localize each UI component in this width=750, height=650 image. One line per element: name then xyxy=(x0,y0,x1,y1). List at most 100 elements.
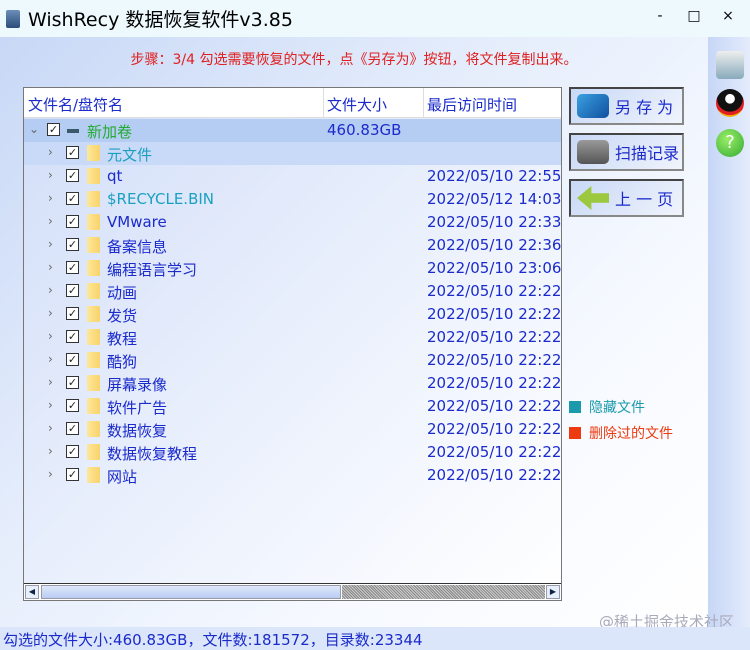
chevron-right-icon[interactable]: › xyxy=(48,398,53,412)
folder-icon xyxy=(87,398,100,414)
chevron-down-icon[interactable]: ⌄ xyxy=(29,122,39,136)
scroll-left-button[interactable]: ◀ xyxy=(25,585,39,599)
save-as-button[interactable]: 另 存 为 xyxy=(569,87,684,125)
column-header-time[interactable]: 最后访问时间 xyxy=(427,94,517,115)
chevron-right-icon[interactable]: › xyxy=(48,329,53,343)
row-name: qt xyxy=(107,167,123,185)
close-button[interactable]: × xyxy=(718,8,738,24)
column-header-name[interactable]: 文件名/盘符名 xyxy=(28,94,123,115)
legend-hidden: 隐藏文件 xyxy=(569,397,645,417)
tree-row[interactable]: › ✓ 动画 2022/05/10 22:22: xyxy=(24,280,561,303)
row-checkbox[interactable]: ✓ xyxy=(66,192,79,205)
drive-icon xyxy=(67,129,79,133)
folder-icon xyxy=(87,467,100,483)
tree-row[interactable]: › ✓ 备案信息 2022/05/10 22:36: xyxy=(24,234,561,257)
tree-root-row[interactable]: ⌄ ✓ 新加卷 460.83GB xyxy=(24,119,561,142)
tree-row[interactable]: › ✓ qt 2022/05/10 22:55: xyxy=(24,165,561,188)
row-time: 2022/05/10 22:36: xyxy=(427,236,562,254)
row-name: 备案信息 xyxy=(107,238,168,256)
tree-row[interactable]: › ✓ 编程语言学习 2022/05/10 23:06: xyxy=(24,257,561,280)
window-title: WishRecy 数据恢复软件v3.85 xyxy=(28,9,293,31)
row-checkbox[interactable]: ✓ xyxy=(66,422,79,435)
chevron-right-icon[interactable]: › xyxy=(48,444,53,458)
scroll-track[interactable] xyxy=(342,585,545,599)
row-time: 2022/05/10 22:55: xyxy=(427,167,562,185)
app-icon xyxy=(6,9,20,28)
chevron-right-icon[interactable]: › xyxy=(48,306,53,320)
row-checkbox[interactable]: ✓ xyxy=(66,307,79,320)
row-checkbox[interactable]: ✓ xyxy=(66,238,79,251)
row-checkbox[interactable]: ✓ xyxy=(66,468,79,481)
row-time: 2022/05/10 23:06: xyxy=(427,259,562,277)
row-checkbox[interactable]: ✓ xyxy=(66,169,79,182)
tree-row[interactable]: › ✓ 发货 2022/05/10 22:22: xyxy=(24,303,561,326)
root-checkbox[interactable]: ✓ xyxy=(47,123,60,136)
row-name: 发货 xyxy=(107,307,138,325)
scroll-thumb[interactable] xyxy=(41,585,341,599)
column-header-size[interactable]: 文件大小 xyxy=(327,94,387,115)
folder-icon xyxy=(87,329,100,345)
settings-icon[interactable] xyxy=(716,51,744,79)
folder-icon xyxy=(87,237,100,253)
tree-row[interactable]: › ✓ 元文件 xyxy=(24,142,561,165)
row-name: 酷狗 xyxy=(107,353,138,371)
row-name: VMware xyxy=(107,213,167,231)
row-time: 2022/05/10 22:33: xyxy=(427,213,562,231)
row-name: 软件广告 xyxy=(107,399,168,417)
row-checkbox[interactable]: ✓ xyxy=(66,353,79,366)
row-time: 2022/05/12 14:03: xyxy=(427,190,562,208)
folder-icon xyxy=(87,168,100,184)
chevron-right-icon[interactable]: › xyxy=(48,260,53,274)
main-panel: 步骤：3/4 勾选需要恢复的文件，点《另存为》按钮，将文件复制出来。 文件名/盘… xyxy=(0,37,708,627)
row-checkbox[interactable]: ✓ xyxy=(66,146,79,159)
row-time: 2022/05/10 22:22: xyxy=(427,466,562,484)
help-icon[interactable]: ? xyxy=(716,129,744,157)
folder-icon xyxy=(87,306,100,322)
chevron-right-icon[interactable]: › xyxy=(48,168,53,182)
row-checkbox[interactable]: ✓ xyxy=(66,215,79,228)
chevron-right-icon[interactable]: › xyxy=(48,421,53,435)
chevron-right-icon[interactable]: › xyxy=(48,283,53,297)
row-time: 2022/05/10 22:22: xyxy=(427,328,562,346)
tree-row[interactable]: › ✓ 软件广告 2022/05/10 22:22: xyxy=(24,395,561,418)
row-checkbox[interactable]: ✓ xyxy=(66,376,79,389)
file-tree[interactable]: 文件名/盘符名 文件大小 最后访问时间 ⌄ ✓ 新加卷 460.83GB › ✓… xyxy=(23,87,562,601)
row-checkbox[interactable]: ✓ xyxy=(66,330,79,343)
row-checkbox[interactable]: ✓ xyxy=(66,261,79,274)
qq-icon[interactable] xyxy=(716,89,744,117)
chevron-right-icon[interactable]: › xyxy=(48,375,53,389)
row-checkbox[interactable]: ✓ xyxy=(66,399,79,412)
scan-log-button[interactable]: 扫描记录 xyxy=(569,133,684,171)
chevron-right-icon[interactable]: › xyxy=(48,467,53,481)
horizontal-scrollbar[interactable]: ◀ ▶ xyxy=(24,583,561,600)
minimize-button[interactable]: - xyxy=(650,8,670,24)
row-checkbox[interactable]: ✓ xyxy=(66,284,79,297)
folder-icon xyxy=(87,421,100,437)
row-name: 屏幕录像 xyxy=(107,376,168,394)
folder-icon xyxy=(87,444,100,460)
row-time: 2022/05/10 22:22: xyxy=(427,374,562,392)
chevron-right-icon[interactable]: › xyxy=(48,237,53,251)
tree-header: 文件名/盘符名 文件大小 最后访问时间 xyxy=(24,88,561,118)
tree-row[interactable]: › ✓ 屏幕录像 2022/05/10 22:22: xyxy=(24,372,561,395)
chevron-right-icon[interactable]: › xyxy=(48,145,53,159)
tree-row[interactable]: › ✓ VMware 2022/05/10 22:33: xyxy=(24,211,561,234)
tree-row[interactable]: › ✓ 教程 2022/05/10 22:22: xyxy=(24,326,561,349)
tree-row[interactable]: › ✓ 数据恢复 2022/05/10 22:22: xyxy=(24,418,561,441)
row-time: 2022/05/10 22:22: xyxy=(427,305,562,323)
maximize-button[interactable]: □ xyxy=(684,8,704,24)
scroll-right-button[interactable]: ▶ xyxy=(546,585,560,599)
tree-row[interactable]: › ✓ 网站 2022/05/10 22:22: xyxy=(24,464,561,487)
tree-row[interactable]: › ✓ $RECYCLE.BIN 2022/05/12 14:03: xyxy=(24,188,561,211)
chevron-right-icon[interactable]: › xyxy=(48,214,53,228)
side-toolbar: ? xyxy=(708,37,750,627)
tree-row[interactable]: › ✓ 酷狗 2022/05/10 22:22: xyxy=(24,349,561,372)
row-checkbox[interactable]: ✓ xyxy=(66,445,79,458)
chevron-right-icon[interactable]: › xyxy=(48,352,53,366)
chevron-right-icon[interactable]: › xyxy=(48,191,53,205)
prev-page-button[interactable]: 上 一 页 xyxy=(569,179,684,217)
tree-row[interactable]: › ✓ 数据恢复教程 2022/05/10 22:22: xyxy=(24,441,561,464)
row-name: 元文件 xyxy=(107,146,153,164)
scan-log-label: 扫描记录 xyxy=(615,144,680,163)
row-name: 编程语言学习 xyxy=(107,261,198,279)
